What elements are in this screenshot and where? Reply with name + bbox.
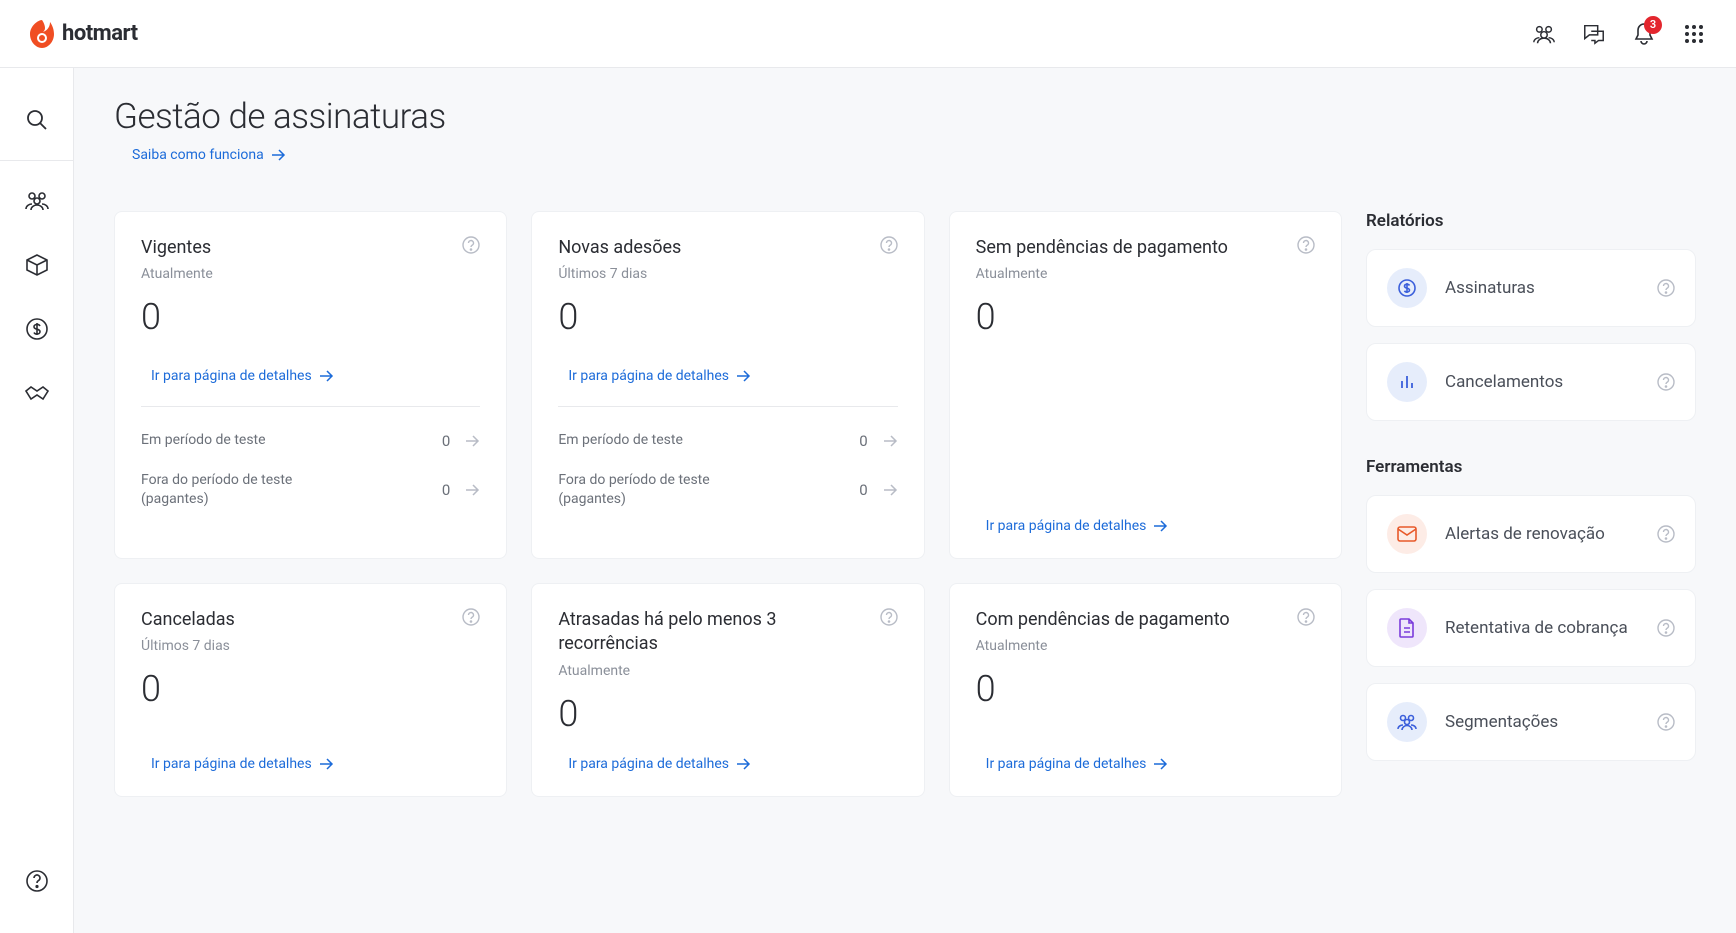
card-value: 0 xyxy=(976,296,1315,338)
sidebar-item-help[interactable] xyxy=(0,849,73,913)
side-card-subscriptions[interactable]: Assinaturas xyxy=(1366,249,1696,327)
card-subtitle: Últimos 7 dias xyxy=(558,266,897,282)
card-subtitle: Atualmente xyxy=(976,266,1315,282)
card-subtitle: Atualmente xyxy=(141,266,480,282)
metrics-grid: Vigentes Atualmente 0 Ir para página de … xyxy=(114,211,1342,797)
card-value: 0 xyxy=(141,296,480,338)
arrow-right-icon xyxy=(1152,756,1168,772)
card-cancelled: Canceladas Últimos 7 dias 0 Ir para pági… xyxy=(114,583,507,797)
breakdown-row[interactable]: Fora do período de teste (pagantes) 0 xyxy=(141,461,480,520)
card-subtitle: Atualmente xyxy=(558,663,897,679)
breakdown-row[interactable]: Em período de teste 0 xyxy=(141,421,480,461)
sidebar-item-search[interactable] xyxy=(0,88,73,152)
card-value: 0 xyxy=(558,296,897,338)
card-subtitle: Atualmente xyxy=(976,638,1315,654)
details-link[interactable]: Ir para página de detalhes xyxy=(568,368,897,384)
header-actions: 3 xyxy=(1532,22,1706,46)
details-link[interactable]: Ir para página de detalhes xyxy=(151,368,480,384)
card-title: Canceladas xyxy=(141,608,235,632)
card-no-pending: Sem pendências de pagamento Atualmente 0… xyxy=(949,211,1342,559)
mail-icon xyxy=(1387,514,1427,554)
learn-more-link[interactable]: Saiba como funciona xyxy=(132,147,286,163)
info-icon[interactable] xyxy=(1297,608,1315,626)
sidebar-item-community[interactable] xyxy=(0,169,73,233)
card-value: 0 xyxy=(558,693,897,735)
arrow-right-icon xyxy=(464,433,480,449)
document-icon xyxy=(1387,608,1427,648)
arrow-right-icon xyxy=(318,368,334,384)
info-icon[interactable] xyxy=(1657,279,1675,297)
details-link[interactable]: Ir para página de detalhes xyxy=(986,756,1315,772)
tools-title: Ferramentas xyxy=(1366,457,1696,477)
community-icon[interactable] xyxy=(1532,22,1556,46)
info-icon[interactable] xyxy=(462,236,480,254)
info-icon[interactable] xyxy=(1657,525,1675,543)
apps-icon[interactable] xyxy=(1682,22,1706,46)
side-card-retry-billing[interactable]: Retentativa de cobrança xyxy=(1366,589,1696,667)
sidebar xyxy=(0,68,74,933)
info-icon[interactable] xyxy=(1297,236,1315,254)
info-icon[interactable] xyxy=(1657,619,1675,637)
card-title: Sem pendências de pagamento xyxy=(976,236,1228,260)
side-card-renewal-alerts[interactable]: Alertas de renovação xyxy=(1366,495,1696,573)
side-card-segmentations[interactable]: Segmentações xyxy=(1366,683,1696,761)
card-with-pending: Com pendências de pagamento Atualmente 0… xyxy=(949,583,1342,797)
search-icon xyxy=(26,109,48,131)
info-icon[interactable] xyxy=(462,608,480,626)
arrow-right-icon xyxy=(270,147,286,163)
sidebar-item-sales[interactable] xyxy=(0,297,73,361)
arrow-right-icon xyxy=(735,756,751,772)
handshake-icon xyxy=(24,383,50,403)
breakdown-row[interactable]: Em período de teste 0 xyxy=(558,421,897,461)
card-subtitle: Últimos 7 dias xyxy=(141,638,480,654)
breakdown-row[interactable]: Fora do período de teste (pagantes) 0 xyxy=(558,461,897,520)
flame-icon xyxy=(30,20,54,48)
info-icon[interactable] xyxy=(1657,373,1675,391)
details-link[interactable]: Ir para página de detalhes xyxy=(151,756,480,772)
arrow-right-icon xyxy=(1152,518,1168,534)
card-title: Vigentes xyxy=(141,236,211,260)
logo-text: hotmart xyxy=(62,21,138,46)
arrow-right-icon xyxy=(882,482,898,498)
notifications-icon[interactable]: 3 xyxy=(1632,22,1656,46)
card-title: Com pendências de pagamento xyxy=(976,608,1230,632)
bars-icon xyxy=(1387,362,1427,402)
details-link[interactable]: Ir para página de detalhes xyxy=(986,518,1315,534)
divider xyxy=(0,160,73,161)
people-icon xyxy=(24,191,50,211)
logo[interactable]: hotmart xyxy=(30,20,138,48)
card-value: 0 xyxy=(141,668,480,710)
dollar-icon xyxy=(25,317,49,341)
main-content: Gestão de assinaturas Saiba como funcion… xyxy=(74,68,1736,933)
info-icon[interactable] xyxy=(1657,713,1675,731)
card-late: Atrasadas há pelo menos 3 recorrências A… xyxy=(531,583,924,797)
dollar-circle-icon xyxy=(1387,268,1427,308)
info-icon[interactable] xyxy=(880,236,898,254)
card-title: Novas adesões xyxy=(558,236,681,260)
arrow-right-icon xyxy=(735,368,751,384)
card-value: 0 xyxy=(976,668,1315,710)
reports-title: Relatórios xyxy=(1366,211,1696,231)
page-title: Gestão de assinaturas xyxy=(114,96,1696,137)
people-icon xyxy=(1387,702,1427,742)
arrow-right-icon xyxy=(318,756,334,772)
arrow-right-icon xyxy=(882,433,898,449)
header: hotmart 3 xyxy=(0,0,1736,68)
details-link[interactable]: Ir para página de detalhes xyxy=(568,756,897,772)
help-icon xyxy=(25,869,49,893)
notification-badge: 3 xyxy=(1644,16,1662,34)
side-card-cancellations[interactable]: Cancelamentos xyxy=(1366,343,1696,421)
card-title: Atrasadas há pelo menos 3 recorrências xyxy=(558,608,879,657)
arrow-right-icon xyxy=(464,482,480,498)
card-active: Vigentes Atualmente 0 Ir para página de … xyxy=(114,211,507,559)
side-column: Relatórios Assinaturas C xyxy=(1366,211,1696,797)
box-icon xyxy=(25,253,49,277)
sidebar-item-affiliates[interactable] xyxy=(0,361,73,425)
info-icon[interactable] xyxy=(880,608,898,626)
card-new: Novas adesões Últimos 7 dias 0 Ir para p… xyxy=(531,211,924,559)
chat-icon[interactable] xyxy=(1582,22,1606,46)
sidebar-item-products[interactable] xyxy=(0,233,73,297)
